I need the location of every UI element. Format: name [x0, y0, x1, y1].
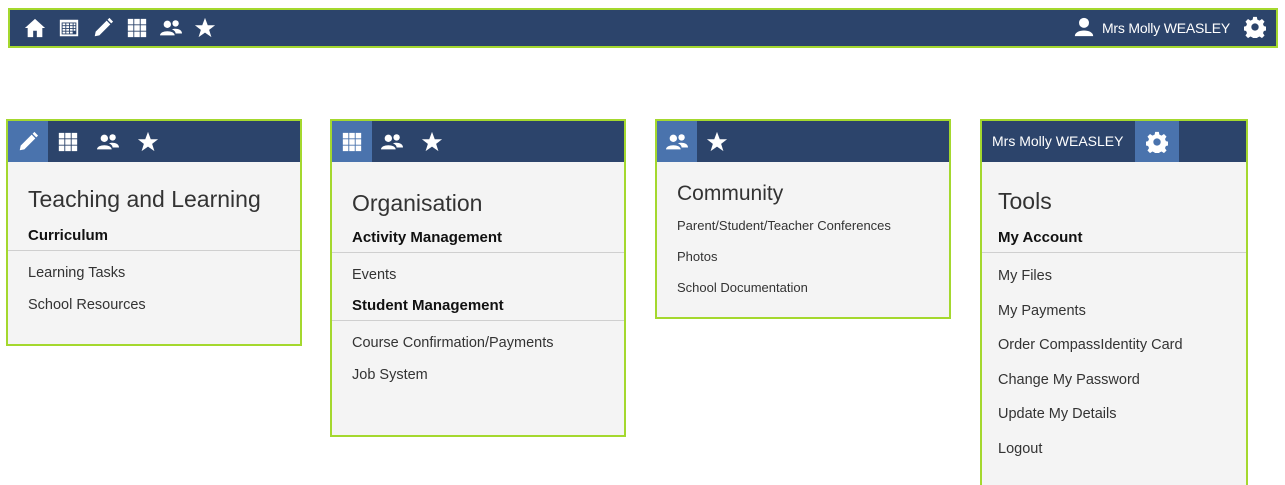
user-name[interactable]: Mrs Molly WEASLEY [1102, 20, 1230, 36]
link-logout[interactable]: Logout [982, 432, 1246, 467]
section-heading-curriculum: Curriculum [8, 227, 300, 251]
link-conferences[interactable]: Parent/Student/Teacher Conferences [657, 210, 949, 241]
section-heading-activity-management: Activity Management [332, 229, 624, 253]
organisation-panel: Organisation Activity Management Events … [330, 119, 626, 437]
community-panel: Community Parent/Student/Teacher Confere… [655, 119, 951, 319]
calendar-icon[interactable] [52, 11, 86, 45]
link-change-password[interactable]: Change My Password [982, 363, 1246, 398]
top-nav-bar: Mrs Molly WEASLEY [8, 8, 1278, 48]
panel-title: Teaching and Learning [28, 186, 261, 212]
panel-header [8, 121, 300, 162]
gear-icon[interactable] [1135, 121, 1180, 162]
link-school-documentation[interactable]: School Documentation [657, 272, 949, 303]
link-my-files[interactable]: My Files [982, 259, 1246, 294]
tools-panel: Mrs Molly WEASLEY Tools My Account My Fi… [980, 119, 1248, 485]
user-name[interactable]: Mrs Molly WEASLEY [982, 121, 1135, 162]
home-icon[interactable] [18, 11, 52, 45]
grid-icon[interactable] [332, 121, 372, 162]
teaching-learning-panel: Teaching and Learning Curriculum Learnin… [6, 119, 302, 346]
panel-title: Organisation [352, 190, 483, 216]
star-icon[interactable] [188, 11, 222, 45]
panel-header [657, 121, 949, 162]
user-icon [1074, 16, 1094, 41]
section-heading-student-management: Student Management [332, 293, 624, 321]
link-events[interactable]: Events [332, 259, 624, 291]
panel-header: Mrs Molly WEASLEY [982, 121, 1246, 162]
user-menu[interactable]: Mrs Molly WEASLEY [1074, 16, 1276, 41]
star-icon[interactable] [128, 121, 168, 162]
link-job-system[interactable]: Job System [332, 359, 624, 391]
link-order-identity-card[interactable]: Order CompassIdentity Card [982, 328, 1246, 363]
link-course-confirmation[interactable]: Course Confirmation/Payments [332, 327, 624, 359]
star-icon[interactable] [412, 121, 452, 162]
panel-header [332, 121, 624, 162]
gear-icon[interactable] [1244, 16, 1266, 41]
pencil-icon[interactable] [86, 11, 120, 45]
panel-title: Community [677, 182, 784, 205]
panel-title: Tools [998, 188, 1052, 214]
link-update-details[interactable]: Update My Details [982, 397, 1246, 432]
star-icon[interactable] [697, 121, 737, 162]
link-my-payments[interactable]: My Payments [982, 294, 1246, 329]
link-learning-tasks[interactable]: Learning Tasks [8, 257, 300, 289]
pencil-icon[interactable] [8, 121, 48, 162]
people-icon[interactable] [88, 121, 128, 162]
people-icon[interactable] [657, 121, 697, 162]
people-icon[interactable] [154, 11, 188, 45]
link-school-resources[interactable]: School Resources [8, 289, 300, 321]
grid-icon[interactable] [48, 121, 88, 162]
link-photos[interactable]: Photos [657, 241, 949, 272]
people-icon[interactable] [372, 121, 412, 162]
nav-icon-group [10, 11, 222, 45]
grid-icon[interactable] [120, 11, 154, 45]
section-heading-my-account: My Account [982, 229, 1246, 253]
